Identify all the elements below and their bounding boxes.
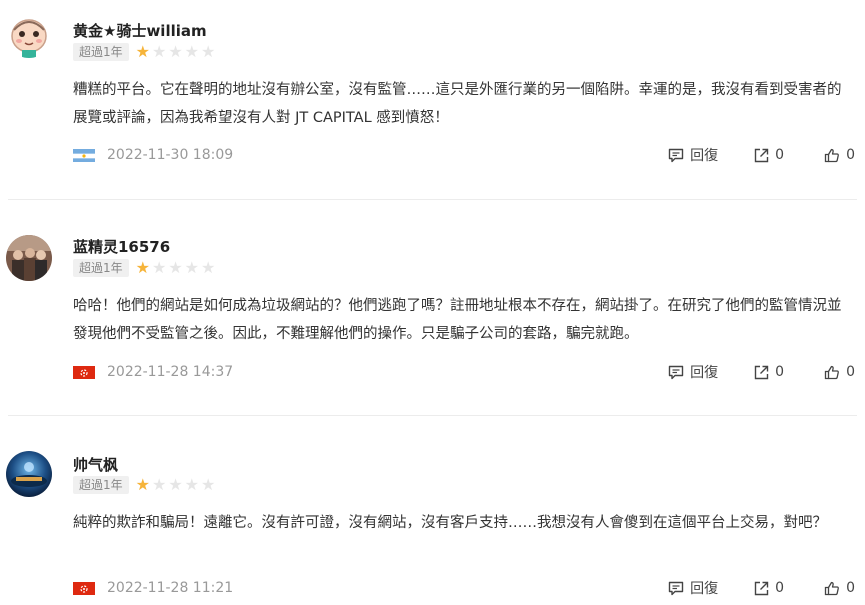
reply-label: 回復 bbox=[690, 365, 719, 381]
user-meta: 超過1年 ★ ★ ★ ★ ★ bbox=[73, 476, 215, 494]
review-text: 哈哈！他們的網站是如何成為垃圾網站的？他們逃跑了嗎？註冊地址根本不存在，網站掛了… bbox=[73, 298, 842, 342]
review-footer: 2022-11-28 11:21 回復 0 0 bbox=[73, 578, 855, 598]
reply-button[interactable]: 回復 bbox=[668, 578, 718, 598]
share-button[interactable]: 0 bbox=[754, 147, 784, 163]
share-icon bbox=[754, 581, 769, 595]
review-actions: 回復 0 0 bbox=[668, 578, 855, 598]
thumbs-up-icon bbox=[824, 581, 839, 595]
star-empty-icon: ★ bbox=[201, 475, 216, 494]
review-footer: 2022-11-28 14:37 回復 0 0 bbox=[73, 362, 855, 382]
avatar[interactable] bbox=[6, 451, 52, 497]
review-item: 蓝精灵16576 超過1年 ★ ★ ★ ★ ★ 哈哈！他們的網站是如何成為垃圾網… bbox=[0, 200, 865, 416]
review-actions: 回復 0 0 bbox=[668, 145, 855, 165]
rating-stars: ★ ★ ★ ★ ★ bbox=[136, 44, 216, 60]
night-scene-avatar-icon bbox=[6, 451, 52, 497]
username[interactable]: 黄金★骑士william bbox=[73, 20, 207, 41]
comment-icon bbox=[668, 581, 684, 595]
review-item: 黄金★骑士william 超過1年 ★ ★ ★ ★ ★ 糟糕的平台。它在聲明的地… bbox=[0, 0, 865, 200]
star-empty-icon: ★ bbox=[151, 475, 167, 494]
star-empty-icon: ★ bbox=[168, 42, 183, 61]
avatar[interactable] bbox=[6, 235, 52, 281]
share-count: 0 bbox=[775, 580, 785, 596]
like-count: 0 bbox=[846, 364, 855, 380]
group-photo-avatar-icon bbox=[6, 235, 52, 281]
star-filled-icon: ★ bbox=[135, 42, 150, 61]
membership-badge: 超過1年 bbox=[73, 43, 129, 61]
review-text: 糟糕的平台。它在聲明的地址沒有辦公室，沒有監管……這只是外匯行業的另一個陷阱。幸… bbox=[73, 82, 842, 126]
star-empty-icon: ★ bbox=[201, 42, 216, 61]
star-empty-icon: ★ bbox=[168, 258, 183, 277]
review-footer: 2022-11-30 18:09 回復 0 0 bbox=[73, 145, 855, 165]
review-actions: 回復 0 0 bbox=[668, 362, 855, 382]
star-empty-icon: ★ bbox=[151, 258, 167, 277]
username[interactable]: 蓝精灵16576 bbox=[73, 236, 170, 257]
argentina-flag-icon bbox=[73, 148, 95, 162]
star-filled-icon: ★ bbox=[135, 258, 150, 277]
reply-button[interactable]: 回復 bbox=[668, 145, 718, 165]
rating-stars: ★ ★ ★ ★ ★ bbox=[136, 477, 216, 493]
share-icon bbox=[754, 365, 769, 379]
share-button[interactable]: 0 bbox=[754, 580, 784, 596]
thumbs-up-icon bbox=[824, 365, 839, 379]
like-button[interactable]: 0 bbox=[824, 580, 855, 596]
user-meta: 超過1年 ★ ★ ★ ★ ★ bbox=[73, 259, 215, 277]
hong-kong-flag-icon bbox=[73, 581, 95, 595]
share-button[interactable]: 0 bbox=[754, 364, 784, 380]
star-empty-icon: ★ bbox=[184, 258, 200, 277]
star-empty-icon: ★ bbox=[184, 42, 200, 61]
reply-label: 回復 bbox=[690, 148, 719, 164]
cartoon-face-avatar-icon bbox=[6, 12, 52, 58]
membership-badge: 超過1年 bbox=[73, 259, 129, 277]
thumbs-up-icon bbox=[824, 148, 839, 162]
star-empty-icon: ★ bbox=[201, 258, 216, 277]
comment-icon bbox=[668, 148, 684, 162]
membership-badge: 超過1年 bbox=[73, 476, 129, 494]
rating-stars: ★ ★ ★ ★ ★ bbox=[136, 260, 216, 276]
review-date: 2022-11-28 11:21 bbox=[107, 580, 234, 596]
star-filled-icon: ★ bbox=[135, 475, 150, 494]
share-icon bbox=[754, 148, 769, 162]
review-date: 2022-11-28 14:37 bbox=[107, 364, 234, 380]
user-meta: 超過1年 ★ ★ ★ ★ ★ bbox=[73, 43, 215, 61]
like-button[interactable]: 0 bbox=[824, 364, 855, 380]
review-date: 2022-11-30 18:09 bbox=[107, 147, 234, 163]
like-count: 0 bbox=[846, 147, 855, 163]
star-empty-icon: ★ bbox=[151, 42, 167, 61]
avatar[interactable] bbox=[6, 12, 52, 58]
reply-label: 回復 bbox=[690, 581, 719, 597]
like-button[interactable]: 0 bbox=[824, 147, 855, 163]
like-count: 0 bbox=[846, 580, 855, 596]
comment-icon bbox=[668, 365, 684, 379]
review-item: 帅气枫 超過1年 ★ ★ ★ ★ ★ 純粹的欺詐和騙局！遠離它。沒有許可證，沒有… bbox=[0, 416, 865, 605]
star-empty-icon: ★ bbox=[168, 475, 183, 494]
review-text: 純粹的欺詐和騙局！遠離它。沒有許可證，沒有網站，沒有客戶支持……我想沒有人會傻到… bbox=[73, 515, 827, 531]
share-count: 0 bbox=[775, 364, 785, 380]
star-empty-icon: ★ bbox=[184, 475, 200, 494]
reply-button[interactable]: 回復 bbox=[668, 362, 718, 382]
share-count: 0 bbox=[775, 147, 785, 163]
hong-kong-flag-icon bbox=[73, 365, 95, 379]
username[interactable]: 帅气枫 bbox=[73, 454, 118, 475]
